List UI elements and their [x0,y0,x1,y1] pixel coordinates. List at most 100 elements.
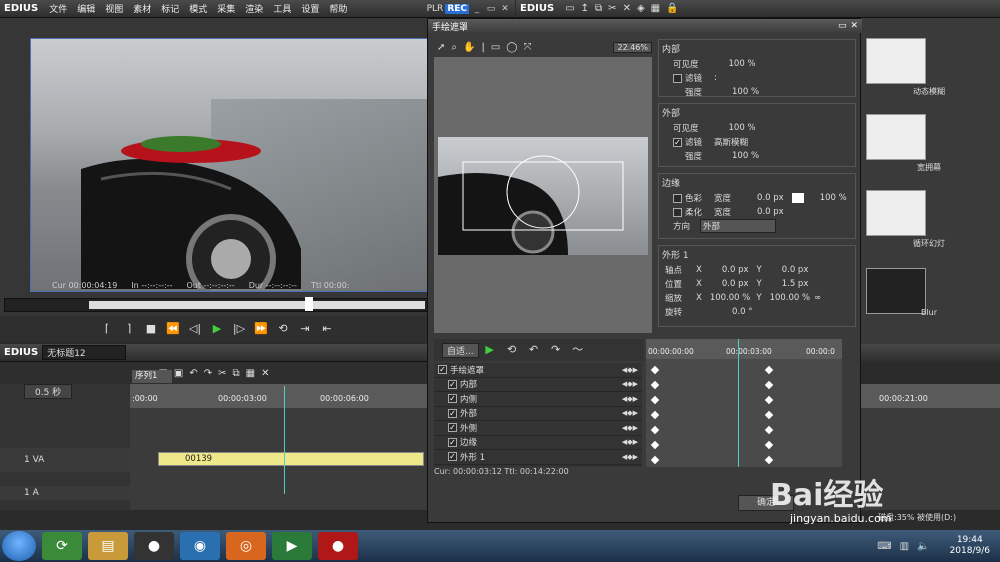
outer-opacity-value[interactable]: 100 % [729,123,756,133]
pen-tool-icon[interactable]: | [478,42,487,53]
shape-pivot-y[interactable]: 0.0 px [782,265,809,275]
shape-rotation-value[interactable]: 0.0 ° [732,307,752,317]
delete-icon[interactable]: ✕ [620,3,634,14]
keyframe-area[interactable]: 00:00:00:00 00:00:03:00 00:00:0 [646,339,842,467]
set-in-icon[interactable]: ⌈ [99,321,115,337]
copy-icon[interactable]: ⧉ [230,368,243,379]
keyframe-marker[interactable] [650,455,660,465]
keyframe-marker[interactable] [650,425,660,435]
maximize-icon[interactable]: ▭ [485,3,497,15]
shape-pivot-x[interactable]: 0.0 px [722,265,749,275]
shape-scale-y[interactable]: 100.00 % [770,293,811,303]
timeline-playhead[interactable] [284,386,285,494]
kf-redo-icon[interactable]: ↷ [548,342,564,358]
kf-undo-icon[interactable]: ↶ [526,342,542,358]
edge-color-swatch[interactable] [791,193,804,203]
overwrite-icon[interactable]: ⇤ [319,321,335,337]
up-folder-icon[interactable]: ↥ [578,3,592,14]
outer-filter-checkbox[interactable]: ✓ [673,137,682,147]
insert-icon[interactable]: ⇥ [297,321,313,337]
paste-icon[interactable]: ▦ [243,368,258,379]
inner-opacity-value[interactable]: 100 % [729,59,756,69]
menu-edit[interactable]: 编辑 [72,2,100,15]
taskbar-edius-icon[interactable]: ▶ [272,532,312,560]
rewind-icon[interactable]: ⏪ [165,321,181,337]
track-row[interactable]: ✓ 外部 ◀◆▶ [434,407,642,421]
keyframe-marker[interactable] [764,455,774,465]
kf-play-icon[interactable]: ▶ [482,342,498,358]
menu-capture[interactable]: 采集 [212,2,240,15]
track-row[interactable]: ✓ 边缘 ◀◆▶ [434,436,642,450]
keyframe-marker[interactable] [764,365,774,375]
keyframe-marker[interactable] [650,380,660,390]
link-icon[interactable]: ∞ [814,293,821,303]
play-icon[interactable]: ▶ [209,321,225,337]
ellipse-tool-icon[interactable]: ◯ [503,42,520,53]
fit-icon[interactable]: ⤧ [520,42,534,53]
outer-filter-value[interactable]: 高斯模糊 [714,136,748,148]
menu-help[interactable]: 帮助 [324,2,352,15]
menu-view[interactable]: 视图 [100,2,128,15]
edge-soft-width[interactable]: 0.0 px [757,207,784,217]
hand-tool-icon[interactable]: ✋ [460,42,478,53]
close-icon[interactable]: ✕ [499,3,511,15]
loop-icon[interactable]: ⟲ [275,321,291,337]
dialog-titlebar[interactable]: 手绘遮罩 ▭ ✕ [428,19,862,33]
timeline-ruler-right[interactable]: 00:00:21:00 [861,384,1000,408]
keyframe-marker[interactable] [764,440,774,450]
save-icon[interactable]: ▣ [171,368,186,379]
lock-icon[interactable]: 🔒 [663,3,681,14]
outer-strength-value[interactable]: 100 % [732,151,759,161]
kf-loop-icon[interactable]: ⟲ [504,342,520,358]
edge-soft-checkbox[interactable] [673,207,682,217]
fx-tile-widescreen[interactable] [866,114,926,160]
set-out-icon[interactable]: ⌉ [121,321,137,337]
track-header-a[interactable]: 1 A [0,486,130,500]
track-row[interactable]: ✓ 外侧 ◀◆▶ [434,421,642,436]
add-clip-icon[interactable]: ⧉ [592,3,605,14]
shape-scale-x[interactable]: 100.00 % [710,293,751,303]
keyframe-marker[interactable] [764,410,774,420]
edge-color-checkbox[interactable] [673,193,682,203]
razor-icon[interactable]: ✂ [215,368,229,379]
taskbar-clock[interactable]: 19:44 2018/9/6 [940,535,1000,557]
player-scrubber[interactable] [4,297,428,312]
shape-position-x[interactable]: 0.0 px [722,279,749,289]
taskbar-firefox-icon[interactable]: ◎ [226,532,266,560]
taskbar-record-icon[interactable]: ● [318,532,358,560]
taskbar-qq-icon[interactable]: ● [134,532,174,560]
keyframe-marker[interactable] [650,410,660,420]
menu-marker[interactable]: 标记 [156,2,184,15]
stop-icon[interactable]: ■ [143,321,159,337]
track-row[interactable]: ✓ 内侧 ◀◆▶ [434,392,642,407]
delete-clip-icon[interactable]: ✕ [258,368,272,379]
keyframe-playhead[interactable] [738,339,739,467]
timeline-ruler[interactable]: :00:00 00:00:03:00 00:00:06:00 [130,384,427,408]
minimize-icon[interactable]: _ [471,3,483,15]
menu-file[interactable]: 文件 [44,2,72,15]
track-header-va[interactable]: 1 VA [0,448,130,472]
menu-mode[interactable]: 模式 [184,2,212,15]
keyframe-marker[interactable] [764,395,774,405]
timeline-scale-select[interactable]: 0.5 秒 [24,383,73,399]
zoom-tool-icon[interactable]: ⌕ [448,42,460,53]
sequence-tab[interactable]: 序列1 [132,370,172,383]
menu-settings[interactable]: 设置 [296,2,324,15]
mask-canvas[interactable] [434,57,652,333]
dialog-restore-icon[interactable]: ▭ [838,21,847,31]
edge-color-width[interactable]: 0.0 px [757,193,784,203]
track-row[interactable]: ✓ 手绘遮罩 ◀◆▶ [434,363,642,378]
step-forward-icon[interactable]: |▷ [231,321,247,337]
track-row[interactable]: ✓ 外形 1 ◀◆▶ [434,450,642,465]
edge-direction-select[interactable]: 外部 [700,219,777,233]
taskbar-app-refresh[interactable]: ⟳ [42,532,82,560]
taskbar-explorer-icon[interactable]: ▤ [88,532,128,560]
start-button[interactable] [2,531,36,561]
volume-icon[interactable]: 🔈 [917,541,929,552]
keyframe-marker[interactable] [764,380,774,390]
timeline-clip[interactable]: 00139 [158,452,424,466]
folder-icon[interactable]: ▭ [562,3,577,14]
plr-rec-toggle[interactable]: PLR REC _ ▭ ✕ [427,3,515,15]
keyboard-icon[interactable]: ⌨ [877,541,891,552]
dialog-close-icon[interactable]: ✕ [850,21,858,31]
